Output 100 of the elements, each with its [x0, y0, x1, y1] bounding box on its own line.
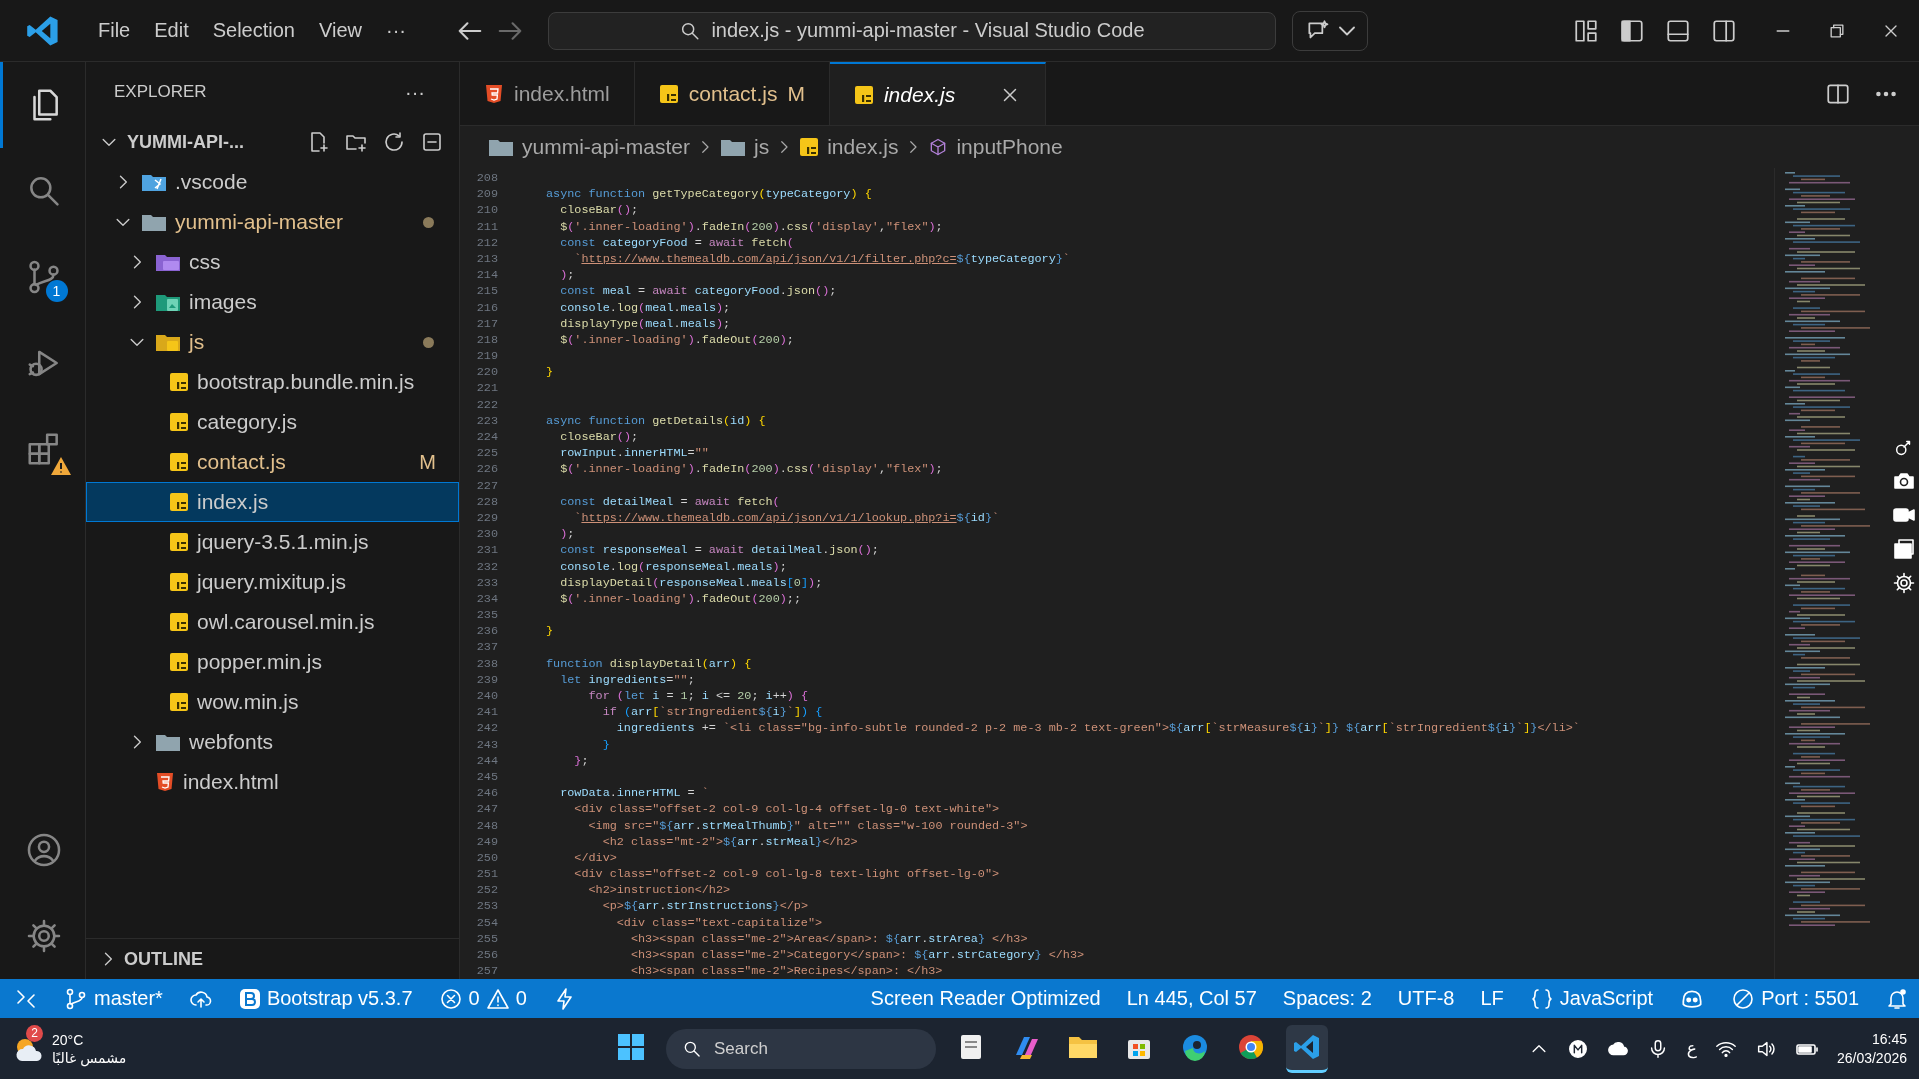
- keyboard-language[interactable]: ع: [1686, 1038, 1697, 1059]
- editor-tab[interactable]: index.js: [829, 62, 1047, 125]
- chat-button[interactable]: [1291, 10, 1368, 51]
- language-button[interactable]: JavaScript: [1529, 986, 1654, 1011]
- collapse-icon[interactable]: [420, 130, 444, 154]
- explorer-file[interactable]: jquery-3.5.1.min.js: [86, 522, 459, 562]
- js-file-icon: [169, 412, 189, 432]
- line-number: 210: [475, 202, 498, 219]
- modified-dot: [423, 216, 434, 228]
- taskbar-app[interactable]: [1286, 1024, 1328, 1073]
- code-line: };: [573, 752, 589, 769]
- chrome-icon: [1237, 1033, 1265, 1061]
- command-center[interactable]: index.js - yummi-api-master - Visual Studio Code: [547, 11, 1276, 50]
- branch-button[interactable]: master*: [64, 986, 163, 1011]
- line-number: 227: [475, 477, 498, 494]
- menu-item[interactable]: Edit: [142, 13, 201, 48]
- line-number: 241: [475, 704, 498, 721]
- line-number: 254: [475, 914, 498, 931]
- explorer-folder[interactable]: yummi-api-master: [86, 202, 459, 242]
- line-number: 251: [475, 866, 498, 883]
- explorer-folder[interactable]: .vscode: [86, 162, 459, 202]
- line-number: 214: [475, 267, 498, 284]
- explorer-file[interactable]: index.html: [86, 762, 459, 802]
- explorer-folder[interactable]: images: [86, 282, 459, 322]
- menu-item[interactable]: Selection: [200, 13, 307, 48]
- error-icon: [438, 986, 463, 1011]
- code-line: <div class="text-capitalize">: [615, 914, 823, 931]
- branch-icon: [64, 986, 88, 1011]
- menu-item[interactable]: View: [307, 13, 374, 48]
- explorer-file[interactable]: jquery.mixitup.js: [86, 562, 459, 602]
- line-number: 208: [475, 170, 498, 187]
- explorer-folder[interactable]: css: [86, 242, 459, 282]
- line-number: 216: [475, 299, 498, 316]
- search-field[interactable]: Search: [666, 1028, 936, 1069]
- breadcrumb-item[interactable]: inputPhone: [928, 135, 1063, 159]
- code-line: if (arr[`strIngredient${i}`]) {: [601, 704, 823, 721]
- code-line: <h2 class="mt-2">${arr.strMeal}</h2>: [601, 833, 858, 850]
- js-file-icon: [169, 492, 189, 512]
- line-number: 213: [475, 250, 498, 268]
- secondary-sidebar-icon[interactable]: [1711, 17, 1737, 44]
- sidebar-toggle-icon[interactable]: [1619, 17, 1645, 44]
- settings-icon[interactable]: [1892, 571, 1916, 595]
- status-item[interactable]: Screen Reader Optimized: [870, 987, 1101, 1010]
- breadcrumb-item[interactable]: yummi-api-master: [488, 135, 691, 159]
- refresh-icon[interactable]: [382, 130, 406, 154]
- explorer-file[interactable]: popper.min.js: [86, 642, 459, 682]
- project-root[interactable]: YUMMI-API-...: [86, 122, 459, 162]
- explorer-file[interactable]: owl.carousel.min.js: [86, 602, 459, 642]
- code-line: <p>${arr.strInstructions}</p>: [601, 898, 808, 915]
- line-number: 232: [475, 558, 498, 575]
- line-number: 221: [475, 380, 498, 397]
- menu-item[interactable]: File: [86, 13, 143, 48]
- explorer-file[interactable]: category.js: [86, 402, 459, 442]
- status-item[interactable]: LF: [1480, 987, 1504, 1010]
- clock[interactable]: 16:45 26/03/2026: [1836, 1029, 1907, 1068]
- code-line: closeBar();: [559, 202, 639, 219]
- breadcrumb-item[interactable]: index.js: [799, 135, 899, 159]
- code-line: rowInput.innerHTML="": [559, 445, 709, 462]
- layout-icon[interactable]: [1573, 17, 1599, 44]
- code-line: }: [546, 364, 554, 381]
- code-line: </div>: [573, 849, 617, 867]
- line-number: 237: [475, 639, 498, 656]
- more-actions-button[interactable]: ···: [393, 74, 437, 110]
- code-line: <h3><span class="me-2">Category</span>: ${arr.strCategory} </h3>: [629, 947, 1085, 964]
- back-arrow-icon[interactable]: [457, 21, 482, 40]
- status-item[interactable]: Ln 445, Col 57: [1126, 987, 1257, 1010]
- port-button[interactable]: Port : 5501: [1731, 986, 1859, 1011]
- line-number: 225: [475, 445, 498, 462]
- line-number: 226: [475, 461, 498, 478]
- code-line: const detailMeal = await fetch(: [559, 493, 780, 510]
- problems-button[interactable]: 0 0: [438, 986, 527, 1011]
- windows-icon[interactable]: [1892, 537, 1916, 561]
- code-line: const responseMeal = await detailMeal.json();: [559, 542, 879, 559]
- code-line: displayType(meal.meals);: [559, 315, 731, 332]
- more-menu-button[interactable]: ···: [374, 13, 418, 48]
- circle-icon[interactable]: [1566, 1037, 1589, 1060]
- code-line: <div class="offset-2 col-9 col-lg-4 offset-lg-0 text-white">: [573, 801, 1000, 818]
- account-icon: [25, 831, 63, 869]
- code-line: <h3><span class="me-2">Recipes</span>: </h3>: [629, 963, 943, 979]
- bootstrap-button[interactable]: Bootstrap v5.3.7: [238, 987, 413, 1010]
- code-line: rowData.innerHTML = `: [559, 785, 709, 802]
- activity-bar-item[interactable]: 1: [0, 234, 86, 320]
- explorer-file[interactable]: wow.min.js: [86, 682, 459, 722]
- js-file-icon: [169, 652, 189, 672]
- folder-icon: [155, 292, 181, 312]
- explorer-folder[interactable]: js: [86, 322, 459, 362]
- status-item[interactable]: UTF-8: [1397, 987, 1455, 1010]
- js-file-icon: [169, 372, 189, 392]
- code-line: $('.inner-loading').fadeIn(200).css('display',"flex");: [559, 461, 943, 478]
- line-number: 233: [475, 574, 498, 591]
- explorer-file[interactable]: contact.js M: [86, 442, 459, 482]
- code-line: function displayDetail(arr) {: [546, 655, 752, 672]
- panel-toggle-icon[interactable]: [1665, 17, 1691, 44]
- status-item[interactable]: Spaces: 2: [1282, 987, 1372, 1010]
- folder-icon: [141, 172, 167, 192]
- explorer-file[interactable]: bootstrap.bundle.min.js: [86, 362, 459, 402]
- explorer-file[interactable]: index.js: [86, 482, 459, 522]
- bell-icon[interactable]: [1885, 986, 1909, 1011]
- breadcrumb-item[interactable]: js: [720, 135, 770, 159]
- explorer-folder[interactable]: webfonts: [86, 722, 459, 762]
